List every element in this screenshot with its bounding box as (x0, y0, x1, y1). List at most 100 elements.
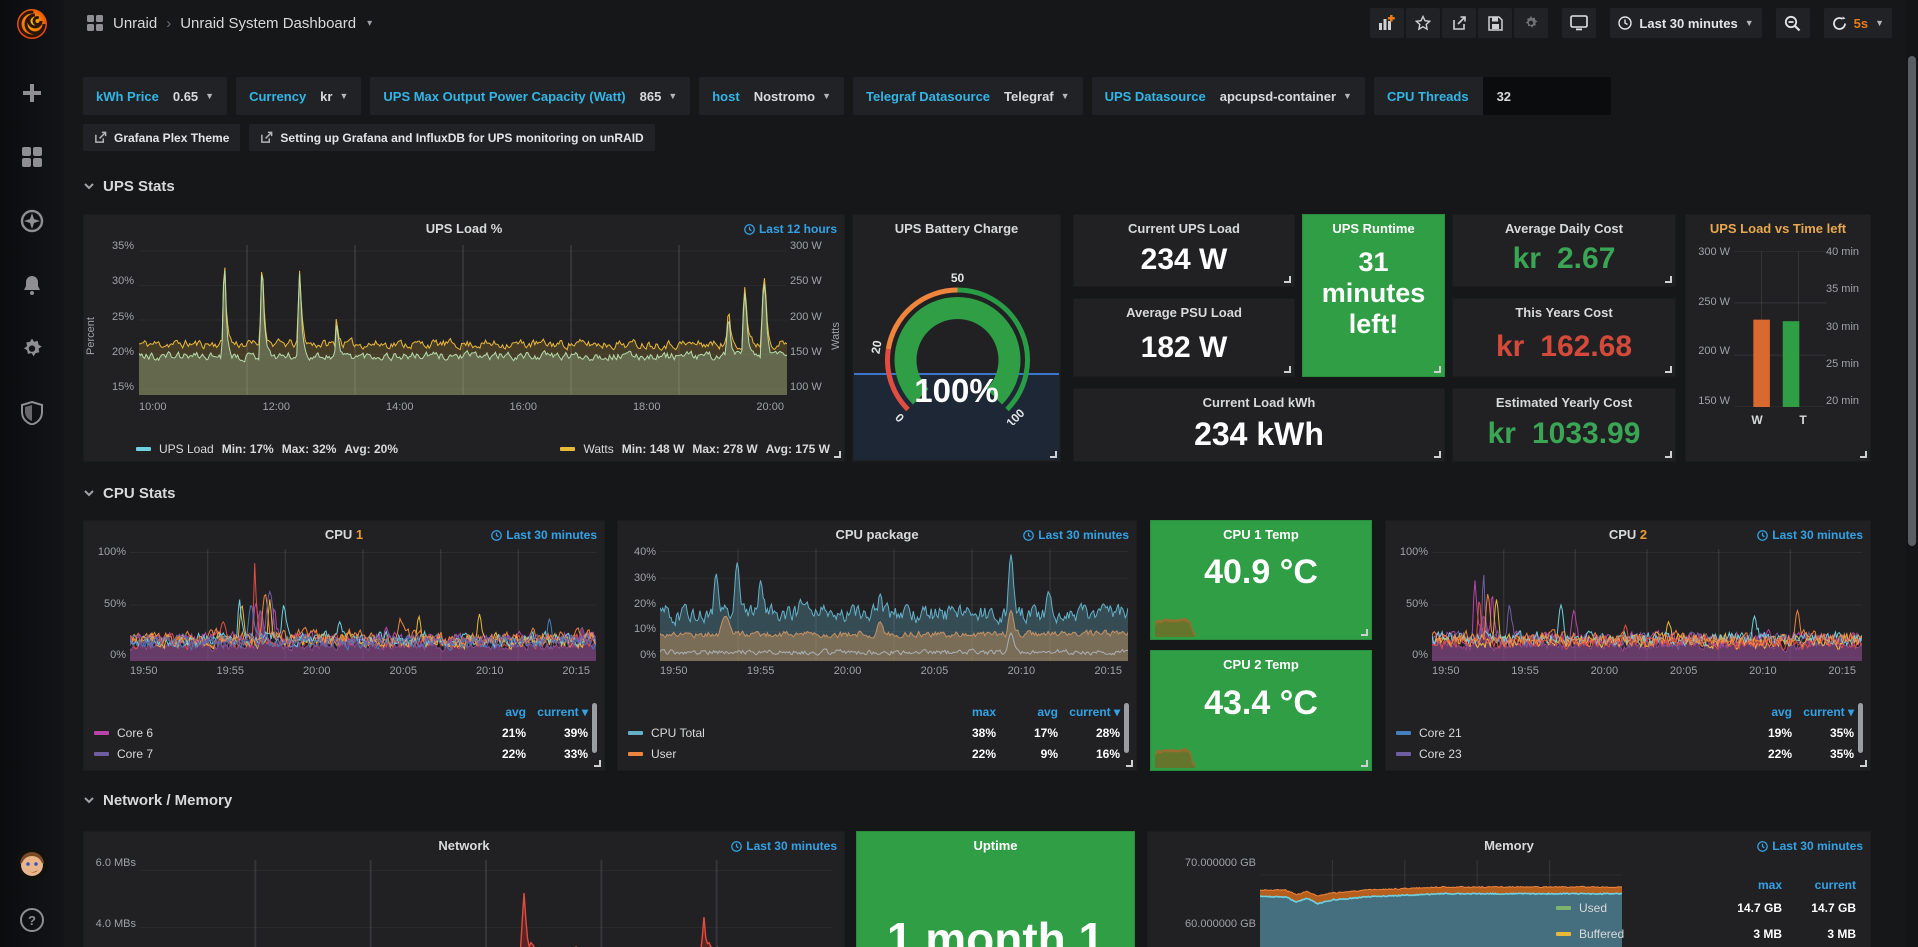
panel-resize-handle[interactable] (1665, 451, 1672, 458)
variable-value[interactable]: apcupsd-container▼ (1220, 89, 1352, 104)
legend-series-name[interactable]: Watts (583, 442, 613, 456)
legend-series-name[interactable]: UPS Load (159, 442, 214, 456)
legend-swatch[interactable] (560, 447, 575, 451)
breadcrumb-root[interactable]: Unraid (113, 15, 157, 32)
panel-title[interactable]: Network (114, 838, 814, 853)
panel-title[interactable]: UPS Runtime (1309, 221, 1438, 236)
variable-value[interactable]: 0.65▼ (173, 89, 214, 104)
legend-column-header[interactable]: current ▾ (1058, 705, 1120, 719)
panel-resize-handle[interactable] (1050, 451, 1057, 458)
cpu-package-chart[interactable] (660, 549, 1128, 661)
avatar[interactable] (15, 847, 49, 881)
cpu1-chart[interactable] (130, 549, 596, 661)
panel-title[interactable]: This Years Cost (1483, 305, 1645, 320)
panel-title[interactable]: UPS Battery Charge (883, 221, 1030, 236)
explore-compass-icon[interactable] (19, 208, 45, 234)
section-header-network-memory[interactable]: Network / Memory (83, 790, 232, 810)
legend-column-header[interactable]: current (1782, 878, 1856, 892)
legend-scrollbar[interactable] (592, 703, 597, 753)
legend-column-header[interactable]: current ▾ (1792, 705, 1854, 719)
panel-resize-handle[interactable] (1434, 366, 1441, 373)
panel-resize-handle[interactable] (1665, 276, 1672, 283)
panel-title[interactable]: Average Daily Cost (1483, 221, 1645, 236)
panel-resize-handle[interactable] (1860, 760, 1867, 767)
panel-time-range[interactable]: Last 30 minutes (731, 839, 837, 853)
variable-dropdown[interactable]: kWh Price 0.65▼ (83, 77, 227, 115)
legend-series[interactable]: Core 6 (94, 726, 464, 740)
server-admin-shield-icon[interactable] (19, 400, 45, 426)
panel-title[interactable]: Average PSU Load (1104, 305, 1264, 320)
dashboard-grid-icon[interactable] (86, 14, 104, 32)
time-range-picker[interactable]: Last 30 minutes ▼ (1610, 8, 1761, 38)
breadcrumb-current[interactable]: Unraid System Dashboard (180, 15, 356, 32)
alerting-bell-icon[interactable] (19, 272, 45, 298)
help-icon[interactable]: ? (19, 907, 45, 933)
legend-swatch[interactable] (136, 447, 151, 451)
legend-column-header[interactable]: current ▾ (526, 705, 588, 719)
variable-value[interactable]: kr▼ (320, 89, 348, 104)
configuration-gear-icon[interactable] (19, 336, 45, 362)
legend-scrollbar[interactable] (1858, 703, 1863, 753)
panel-title[interactable]: Current Load kWh (1104, 395, 1414, 410)
legend-series[interactable]: CPU Total (628, 726, 934, 740)
panel-resize-handle[interactable] (1860, 451, 1867, 458)
ups-load-chart[interactable] (139, 245, 787, 395)
variable-dropdown[interactable]: Currency kr▼ (236, 77, 361, 115)
panel-title[interactable]: Memory (1178, 838, 1840, 853)
panel-resize-handle[interactable] (1126, 760, 1133, 767)
load-vs-time-bar-chart[interactable] (1734, 251, 1826, 407)
grafana-logo[interactable] (12, 4, 52, 44)
variable-dropdown[interactable]: CPU Threads 32▼ (1374, 77, 1611, 115)
panel-title[interactable]: CPU 2 Temp (1181, 657, 1341, 672)
legend-column-header[interactable]: avg (1730, 705, 1792, 719)
legend-series[interactable]: Core 23 (1396, 747, 1730, 761)
panel-time-range[interactable]: Last 12 hours (744, 222, 837, 236)
variable-dropdown[interactable]: UPS Max Output Power Capacity (Watt) 865… (370, 77, 690, 115)
dashboard-link[interactable]: Grafana Plex Theme (83, 124, 240, 151)
panel-resize-handle[interactable] (1361, 760, 1368, 767)
legend-column-header[interactable]: avg (996, 705, 1058, 719)
create-plus-icon[interactable] (19, 80, 45, 106)
panel-time-range[interactable]: Last 30 minutes (491, 528, 597, 542)
panel-title[interactable]: Estimated Yearly Cost (1483, 395, 1645, 410)
panel-title[interactable]: UPS Load % (114, 221, 814, 236)
legend-series[interactable]: Core 7 (94, 747, 464, 761)
variable-dropdown[interactable]: Telegraf Datasource Telegraf▼ (853, 77, 1083, 115)
dashboard-dropdown-caret-icon[interactable]: ▾ (367, 18, 372, 29)
dashboard-link[interactable]: Setting up Grafana and InfluxDB for UPS … (249, 124, 654, 151)
legend-series[interactable]: Used (1556, 901, 1708, 915)
panel-resize-handle[interactable] (1434, 451, 1441, 458)
legend-column-header[interactable]: max (1708, 878, 1782, 892)
panel-resize-handle[interactable] (594, 760, 601, 767)
panel-title[interactable]: Current UPS Load (1104, 221, 1264, 236)
page-scrollbar-thumb[interactable] (1908, 56, 1916, 546)
tv-mode-button[interactable] (1562, 8, 1596, 38)
legend-column-header[interactable]: avg (464, 705, 526, 719)
share-button[interactable] (1442, 8, 1476, 38)
variable-value[interactable]: 32▼ (1483, 77, 1611, 115)
zoom-out-button[interactable] (1776, 8, 1810, 38)
legend-series[interactable]: Buffered (1556, 927, 1708, 941)
cpu2-chart[interactable] (1432, 549, 1862, 661)
variable-value[interactable]: Nostromo▼ (754, 89, 831, 104)
legend-column-header[interactable]: max (934, 705, 996, 719)
variable-dropdown[interactable]: UPS Datasource apcupsd-container▼ (1092, 77, 1365, 115)
panel-time-range[interactable]: Last 30 minutes (1023, 528, 1129, 542)
panel-time-range[interactable]: Last 30 minutes (1757, 528, 1863, 542)
panel-resize-handle[interactable] (834, 451, 841, 458)
legend-series[interactable]: User (628, 747, 934, 761)
dashboard-settings-gear-button[interactable] (1514, 8, 1548, 38)
save-button[interactable] (1478, 8, 1512, 38)
star-button[interactable] (1406, 8, 1440, 38)
network-chart[interactable] (140, 860, 832, 947)
panel-resize-handle[interactable] (1665, 366, 1672, 373)
panel-title[interactable]: CPU 1 Temp (1181, 527, 1341, 542)
panel-resize-handle[interactable] (1361, 629, 1368, 636)
variable-dropdown[interactable]: host Nostromo▼ (699, 77, 844, 115)
panel-resize-handle[interactable] (1284, 276, 1291, 283)
dashboards-icon[interactable] (19, 144, 45, 170)
variable-value[interactable]: Telegraf▼ (1004, 89, 1070, 104)
refresh-picker[interactable]: 5s ▼ (1824, 8, 1892, 38)
section-header-cpu-stats[interactable]: CPU Stats (83, 483, 176, 503)
panel-time-range[interactable]: Last 30 minutes (1757, 839, 1863, 853)
